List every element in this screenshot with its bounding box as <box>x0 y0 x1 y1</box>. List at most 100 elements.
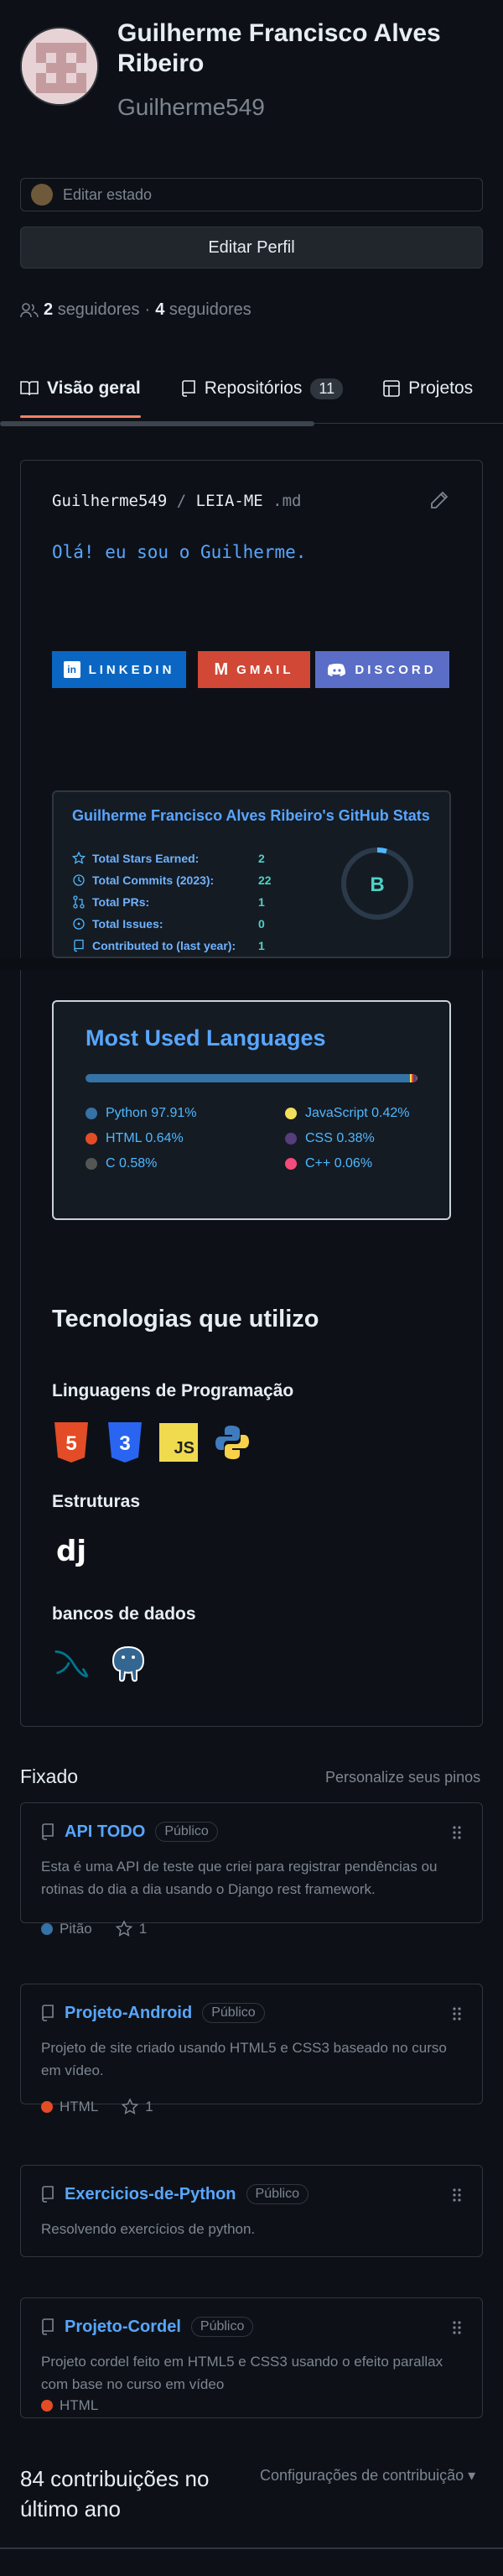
visibility-badge: Público <box>246 2184 309 2204</box>
tabs-scrollbar[interactable] <box>0 421 314 426</box>
stars-link[interactable]: 1 <box>139 1921 147 1937</box>
edit-profile-button[interactable]: Editar Perfil <box>20 227 483 269</box>
history-icon <box>73 874 85 886</box>
visibility-badge: Público <box>155 1822 218 1842</box>
repo-description: Projeto cordel feito em HTML5 e CSS3 usa… <box>41 2354 443 2392</box>
pinned-title: Fixado <box>20 1765 79 1787</box>
django-icon: dj <box>56 1535 86 1568</box>
tab-overview[interactable]: Visão geral <box>0 359 161 418</box>
pinned-repo-card: Projeto-Android Público Projeto de site … <box>20 1984 483 2115</box>
tab-repositories[interactable]: Repositórios 11 <box>161 359 363 418</box>
people-icon <box>20 302 39 317</box>
stat-row: Total Issues: 0 <box>72 917 290 931</box>
stat-label: Total Issues: <box>92 917 163 931</box>
frameworks-heading: Estruturas <box>52 1492 141 1511</box>
languages-heading: Linguagens de Programação <box>52 1381 294 1400</box>
stat-value: 2 <box>258 852 265 865</box>
language-dot <box>86 1108 97 1119</box>
visibility-badge: Público <box>190 2317 254 2337</box>
pinned-repo-link[interactable]: Projeto-Android <box>65 2004 192 2023</box>
language-legend-item: JavaScript 0.42% <box>285 1106 410 1121</box>
repo-icon <box>74 939 84 952</box>
readme-path: Guilherme549 / LEIA-ME .md <box>52 492 302 510</box>
drag-handle-icon[interactable] <box>452 2320 462 2335</box>
repo-meta: Pitão 1 <box>41 1921 147 1937</box>
language-dot <box>285 1133 297 1145</box>
repo-count-badge: 11 <box>310 378 344 399</box>
language-dot <box>86 1158 97 1170</box>
customize-pins-link[interactable]: Personalize seus pinos <box>325 1769 480 1786</box>
stat-value: 1 <box>258 895 265 909</box>
readme-user-link[interactable]: Guilherme549 <box>52 492 167 510</box>
python-icon <box>213 1423 252 1462</box>
stats-title: Guilherme Francisco Alves Ribeiro's GitH… <box>72 807 430 824</box>
issue-icon <box>73 918 85 930</box>
language-legend-item: C++ 0.06% <box>285 1156 372 1171</box>
stat-row: Contributed to (last year): 1 <box>72 939 290 952</box>
stat-value: 0 <box>258 917 265 931</box>
contribution-settings-button[interactable]: Configurações de contribuição ▾ <box>260 2467 475 2485</box>
gmail-badge[interactable]: M GMAIL <box>198 651 310 688</box>
linkedin-badge[interactable]: in LINKEDIN <box>52 651 186 688</box>
databases-heading: bancos de dados <box>52 1604 196 1624</box>
repo-description: Resolvendo exercícios de python. <box>41 2221 256 2237</box>
gmail-icon: M <box>214 660 229 679</box>
grade-letter: B <box>370 873 384 896</box>
avatar[interactable] <box>20 27 99 106</box>
drag-handle-icon[interactable] <box>452 2006 462 2021</box>
pinned-repo-card: API TODO Público Esta é uma API de teste… <box>20 1802 483 1937</box>
language-dot <box>86 1133 97 1145</box>
language-color-dot <box>41 2101 53 2113</box>
svg-text:3: 3 <box>119 1432 130 1455</box>
language-label: CSS 0.38% <box>305 1131 375 1145</box>
repo-language: HTML <box>60 2397 99 2413</box>
contributions-summary: 84 contribuições no último ano <box>20 2466 210 2521</box>
star-icon <box>115 1921 132 1937</box>
table-icon <box>383 380 400 397</box>
tab-projects[interactable]: Projetos <box>363 359 493 418</box>
repo-language: Pitão <box>60 1921 92 1937</box>
language-dot <box>285 1108 297 1119</box>
repo-meta: HTML 1 <box>41 2099 153 2115</box>
html5-icon: 5 <box>52 1422 91 1463</box>
pr-icon <box>73 895 85 909</box>
repo-description: Projeto de site criado usando HTML5 e CS… <box>41 2040 447 2078</box>
language-color-dot <box>41 1923 53 1935</box>
discord-icon <box>328 663 346 676</box>
languages-title: Most Used Languages <box>86 1025 326 1051</box>
profile-tabs: Visão geral Repositórios 11 Projetos <box>0 359 503 418</box>
drag-handle-icon[interactable] <box>452 1825 462 1840</box>
repo-icon <box>42 2005 54 2021</box>
stat-label: Total Commits (2023): <box>92 873 215 887</box>
repo-description: Esta é uma API de teste que criei para r… <box>41 1859 438 1897</box>
pencil-icon[interactable] <box>429 490 449 510</box>
repo-language: HTML <box>60 2099 99 2115</box>
followers-link[interactable]: 2 seguidores <box>44 300 140 320</box>
pinned-repo-link[interactable]: Projeto-Cordel <box>65 2318 181 2337</box>
edit-status-button[interactable]: Editar estado <box>20 178 483 211</box>
languages-bar <box>86 1074 417 1082</box>
profile-login: Guilherme549 <box>117 94 265 120</box>
status-emoji-icon <box>31 184 53 206</box>
readme-file-link[interactable]: LEIA-ME <box>196 492 263 510</box>
discord-badge[interactable]: DISCORD <box>315 651 449 688</box>
stat-label: Total PRs: <box>92 895 150 909</box>
stat-label: Contributed to (last year): <box>92 939 236 952</box>
tech-title: Tecnologias que utilizo <box>52 1306 319 1332</box>
pinned-repo-card: Projeto-Cordel Público Projeto cordel fe… <box>20 2297 483 2418</box>
language-label: C 0.58% <box>106 1156 158 1171</box>
stars-link[interactable]: 1 <box>145 2099 153 2115</box>
pinned-repo-card: Exercicios-de-Python Público Resolvendo … <box>20 2165 483 2257</box>
repo-icon <box>181 380 195 397</box>
pinned-repo-link[interactable]: Exercicios-de-Python <box>65 2185 236 2204</box>
drag-handle-icon[interactable] <box>452 2188 462 2203</box>
database-icons <box>52 1645 148 1683</box>
stat-value: 1 <box>258 939 265 952</box>
javascript-icon: JS <box>159 1423 198 1462</box>
repo-meta: HTML <box>41 2397 98 2414</box>
language-icons: 5 3 JS <box>52 1422 252 1463</box>
pinned-repo-link[interactable]: API TODO <box>65 1822 145 1842</box>
stat-label: Total Stars Earned: <box>92 852 200 865</box>
star-icon <box>72 852 86 864</box>
following-link[interactable]: 4 seguidores <box>155 300 252 320</box>
